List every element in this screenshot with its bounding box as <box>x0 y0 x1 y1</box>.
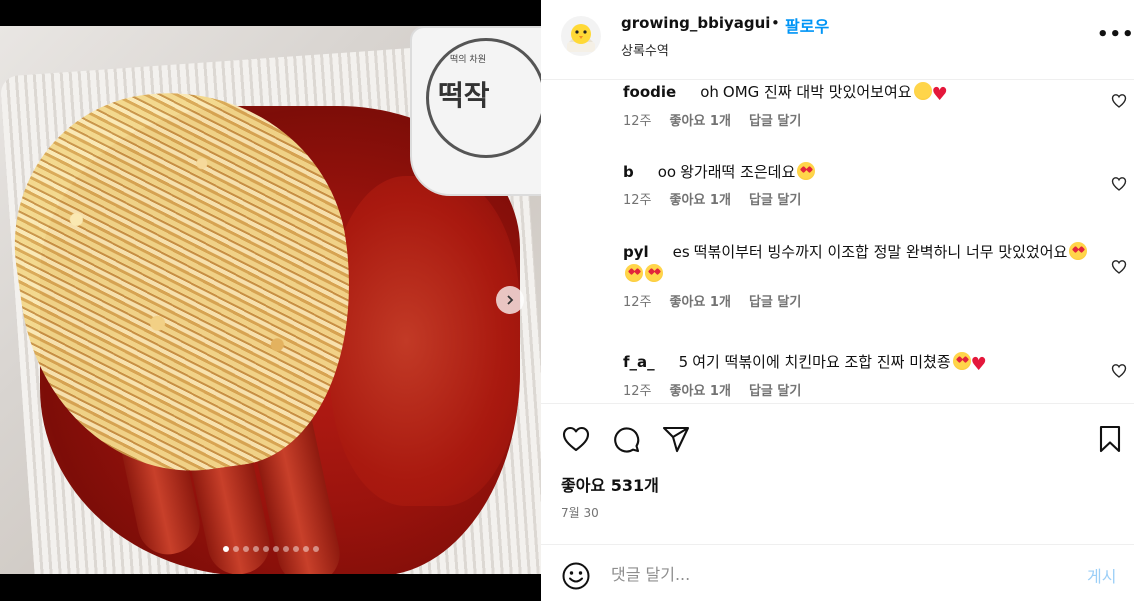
comment-body: OMG 진짜 대박 맛있어보여요 <box>722 83 912 101</box>
comment-like-heart-icon[interactable] <box>1111 363 1127 379</box>
post-actions: 좋아요 531개 7월 30 <box>541 404 1134 544</box>
reply-button[interactable]: 답글 달기 <box>749 291 801 310</box>
post-header: growing_bbiyagui • 팔로우 상록수역 ••• <box>541 0 1134 80</box>
comment-body: 왕가래떡 조은데요 <box>680 163 796 181</box>
carousel-dot <box>232 546 239 552</box>
brand-logo-text: 떡작 <box>438 79 490 112</box>
comment-likes[interactable]: 좋아요 1개 <box>670 110 731 129</box>
more-options-icon[interactable]: ••• <box>1097 24 1134 45</box>
comment-time: 12주 <box>623 384 652 399</box>
carousel-next-button[interactable] <box>496 286 524 314</box>
avatar[interactable] <box>561 16 601 56</box>
comment-meta: 12주 좋아요 1개 답글 달기 <box>623 110 1103 129</box>
comments-list: foodie oh OMG 진짜 대박 맛있어보여요 ♥ 12주 좋아요 1개 답글 달기 b… <box>541 81 1134 403</box>
save-button[interactable] <box>1095 424 1125 454</box>
share-button[interactable] <box>661 424 691 454</box>
smiley-icon <box>562 562 590 590</box>
post-username[interactable]: growing_bbiyagui <box>621 14 770 32</box>
comment-time: 12주 <box>623 193 652 208</box>
yum-face-emoji-icon <box>913 82 932 100</box>
comment-icon <box>614 427 640 453</box>
comment-text: f_a_ 5 여기 떡볶이에 치킨마요 조합 진짜 미쳤죵 ♥ <box>623 351 1103 374</box>
comment-meta: 12주 좋아요 1개 답글 달기 <box>623 291 1103 310</box>
post-location[interactable]: 상록수역 <box>621 40 669 59</box>
heart-eyes-emoji-icon <box>952 352 971 370</box>
carousel-dot <box>272 546 279 552</box>
comment-author-suffix[interactable]: oo <box>658 163 676 181</box>
comment-author-suffix[interactable]: es <box>673 243 690 261</box>
comment-body: 여기 떡볶이에 치킨마요 조합 진짜 미쳤죵 <box>692 353 951 371</box>
comment-author[interactable]: f_a_ <box>623 353 655 371</box>
carousel-dot <box>292 546 299 552</box>
comment-meta: 12주 좋아요 1개 답글 달기 <box>623 380 1103 399</box>
separator-dot: • <box>771 14 780 32</box>
heart-eyes-emoji-icon <box>625 264 643 282</box>
heart-eyes-emoji-icon <box>797 162 816 180</box>
carousel-dot <box>312 546 319 552</box>
comment-likes[interactable]: 좋아요 1개 <box>670 189 731 208</box>
comment-time: 12주 <box>623 114 652 129</box>
comment-text: pyl es 떡볶이부터 빙수까지 이조합 정말 완벽하니 너무 맛있었어요 <box>623 241 1103 285</box>
carousel-indicator <box>0 546 541 552</box>
chick-avatar-icon <box>567 24 595 52</box>
likes-count[interactable]: 좋아요 531개 <box>561 472 659 496</box>
brand-package: 떡의 차원 떡작 <box>410 26 541 196</box>
comment-item: pyl es 떡볶이부터 빙수까지 이조합 정말 완벽하니 너무 맛있었어요 12주 좋… <box>623 241 1103 310</box>
brand-tagline: 떡의 차원 <box>450 55 486 65</box>
red-heart-emoji-icon: ♥ <box>931 84 948 105</box>
bookmark-icon <box>1099 425 1121 453</box>
red-heart-emoji-icon: ♥ <box>970 354 987 375</box>
reply-button[interactable]: 답글 달기 <box>749 380 801 399</box>
follow-button[interactable]: 팔로우 <box>785 13 829 37</box>
comment-author-suffix[interactable]: oh <box>700 83 719 101</box>
comment-item: f_a_ 5 여기 떡볶이에 치킨마요 조합 진짜 미쳤죵 ♥ 12주 좋아요 1개 답글 … <box>623 351 1103 399</box>
carousel-dot <box>242 546 249 552</box>
chevron-right-icon <box>507 295 514 305</box>
comment-author[interactable]: pyl <box>623 243 649 261</box>
carousel-dot <box>222 546 229 552</box>
post-media: 떡의 차원 떡작 <box>0 0 541 601</box>
heart-eyes-emoji-icon <box>645 264 663 282</box>
carousel-dot <box>252 546 259 552</box>
carousel-dot <box>302 546 309 552</box>
reply-button[interactable]: 답글 달기 <box>749 110 801 129</box>
comment-item: foodie oh OMG 진짜 대박 맛있어보여요 ♥ 12주 좋아요 1개 답글 달기 <box>623 81 1103 129</box>
comment-item: b oo 왕가래떡 조은데요 12주 좋아요 1개 답글 달기 <box>623 161 1103 208</box>
comment-likes[interactable]: 좋아요 1개 <box>670 291 731 310</box>
post-details-panel: growing_bbiyagui • 팔로우 상록수역 ••• foodie oh… <box>541 0 1134 601</box>
comment-body: 떡볶이부터 빙수까지 이조합 정말 완벽하니 너무 맛있었어요 <box>693 243 1068 261</box>
carousel-dot <box>262 546 269 552</box>
comment-text: b oo 왕가래떡 조은데요 <box>623 161 1103 183</box>
post-photo: 떡의 차원 떡작 <box>0 26 541 574</box>
comment-input[interactable] <box>611 557 1071 591</box>
reply-button[interactable]: 답글 달기 <box>749 189 801 208</box>
comment-composer: 게시 <box>541 544 1134 601</box>
comment-author-suffix[interactable]: 5 <box>679 353 689 371</box>
heart-icon <box>562 426 590 452</box>
comment-time: 12주 <box>623 295 652 310</box>
comment-button[interactable] <box>611 424 641 454</box>
comment-author[interactable]: b <box>623 163 634 181</box>
comment-likes[interactable]: 좋아요 1개 <box>670 380 731 399</box>
paper-plane-icon <box>662 426 690 453</box>
like-button[interactable] <box>561 424 591 454</box>
comment-like-heart-icon[interactable] <box>1111 259 1127 275</box>
comment-like-heart-icon[interactable] <box>1111 176 1127 192</box>
heart-eyes-emoji-icon <box>1069 242 1088 260</box>
carousel-dot <box>282 546 289 552</box>
post-date[interactable]: 7월 30 <box>561 504 599 521</box>
comment-meta: 12주 좋아요 1개 답글 달기 <box>623 189 1103 208</box>
emoji-picker-button[interactable] <box>561 561 591 591</box>
comment-like-heart-icon[interactable] <box>1111 93 1127 109</box>
sauce-pool <box>330 176 520 506</box>
comment-author[interactable]: foodie <box>623 83 676 101</box>
comment-text: foodie oh OMG 진짜 대박 맛있어보여요 ♥ <box>623 81 1103 104</box>
post-comment-button[interactable]: 게시 <box>1087 563 1116 587</box>
